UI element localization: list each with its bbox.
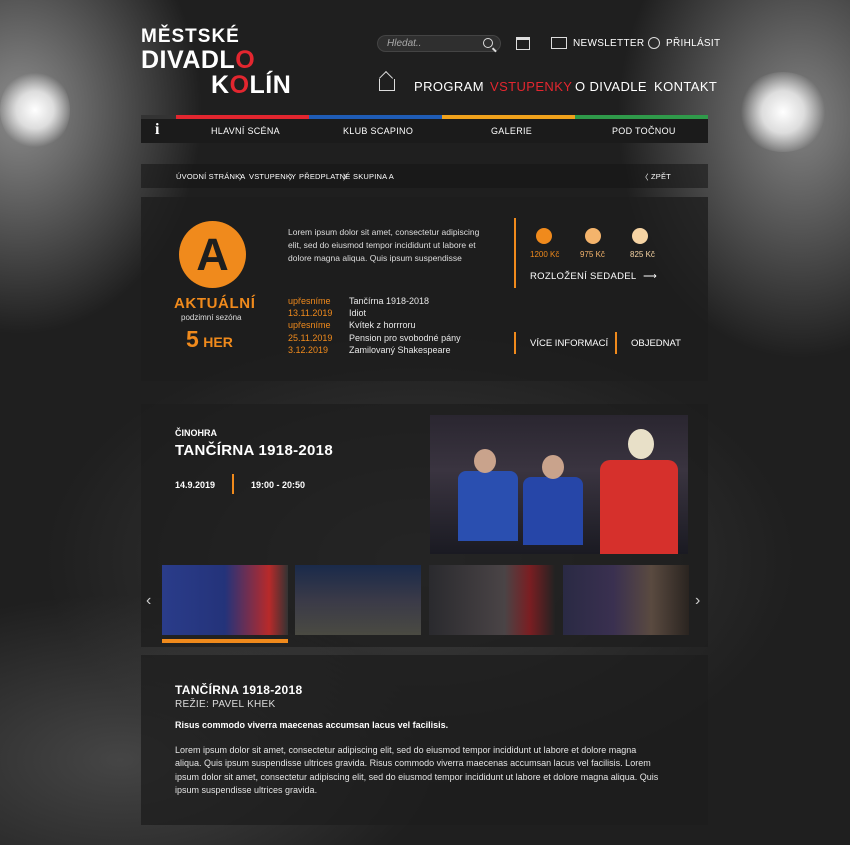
search-icon[interactable] xyxy=(483,38,493,48)
seating-link[interactable]: ROZLOŽENÍ SEDADEL ⟶ xyxy=(530,271,657,282)
show-title: Idiot xyxy=(349,308,367,319)
back-chevron-icon[interactable]: 〈 xyxy=(641,172,649,183)
show-date: upřesníme xyxy=(288,320,331,331)
logo-line3-lin: LÍN xyxy=(249,71,292,99)
group-description: Lorem ipsum dolor sit amet, consectetur … xyxy=(288,227,480,263)
back-link[interactable]: ZPĚT xyxy=(651,172,671,181)
more-info-button[interactable]: VÍCE INFORMACÍ xyxy=(530,338,608,349)
photo-head xyxy=(542,455,564,479)
photo-figure xyxy=(600,460,678,554)
group-season: podzimní sezóna xyxy=(181,313,242,322)
price-dot-3 xyxy=(632,228,648,244)
subnav: HLAVNÍ SCÉNA KLUB SCAPINO GALERIE POD TO… xyxy=(141,119,708,143)
thumbnail-active-indicator xyxy=(162,639,288,643)
logo-red-o2: O xyxy=(229,71,250,99)
home-icon[interactable] xyxy=(379,79,395,91)
show-title: Kvítek z horrroru xyxy=(349,320,416,331)
show-title: Zamilovaný Shakespeare xyxy=(349,344,451,355)
detail-body: Lorem ipsum dolor sit amet, consectetur … xyxy=(175,745,659,795)
thumbnail-2[interactable] xyxy=(295,565,421,635)
show-title: Pension pro svobodné pány xyxy=(349,332,461,343)
detail-panel xyxy=(141,655,708,825)
price-1: 1200 Kč xyxy=(530,250,560,259)
logo[interactable]: MĚSTSKÉ DIVADLO KOLÍN xyxy=(141,27,291,98)
crumb-sep: 〉 xyxy=(289,173,297,182)
subnav-gallery[interactable]: GALERIE xyxy=(491,126,532,136)
nav-about[interactable]: O DIVADLE xyxy=(575,79,647,94)
show-title: Tančírna 1918-2018 xyxy=(349,296,430,306)
price-2: 975 Kč xyxy=(580,250,605,259)
breadcrumb: ÚVODNÍ STRÁNKA 〉 VSTUPENKY 〉 PŘEDPLATNÉ … xyxy=(141,164,708,188)
crumb-group: SKUPINA A xyxy=(353,172,394,181)
thumbnail-4[interactable] xyxy=(563,565,689,635)
show-date: upřesníme xyxy=(288,296,331,306)
photo-figure xyxy=(458,471,518,541)
price-dot-2 xyxy=(585,228,601,244)
photo-head xyxy=(628,429,654,459)
order-button[interactable]: OBJEDNAT xyxy=(631,338,681,349)
feature-photo xyxy=(430,415,688,554)
login-link[interactable]: PŘIHLÁSIT xyxy=(648,37,720,49)
feature-title[interactable]: TANČÍRNA 1918-2018 xyxy=(175,442,333,459)
calendar-button[interactable] xyxy=(516,37,530,50)
logo-red-o: O xyxy=(235,46,256,74)
group-count-wrap: 5 HER xyxy=(186,326,233,353)
nav-contact[interactable]: KONTAKT xyxy=(654,79,717,94)
group-count-label: HER xyxy=(203,334,233,350)
group-count: 5 xyxy=(186,326,199,352)
crumb-sep: 〉 xyxy=(239,173,247,182)
spotlight-left xyxy=(0,70,70,150)
search-input[interactable]: Hledat.. xyxy=(377,35,501,52)
thumbnail-3[interactable] xyxy=(429,565,555,635)
feature-date: 14.9.2019 xyxy=(175,480,216,490)
more-divider xyxy=(514,332,516,354)
price-3: 825 Kč xyxy=(630,250,655,259)
nav-tickets[interactable]: VSTUPENKY xyxy=(490,79,572,94)
info-icon[interactable]: i xyxy=(155,121,159,139)
crumb-sep: 〉 xyxy=(343,173,351,182)
group-badge: A xyxy=(179,221,246,288)
newsletter-label: NEWSLETTER xyxy=(573,37,645,49)
price-divider xyxy=(514,218,516,288)
login-label: PŘIHLÁSIT xyxy=(666,37,721,49)
arrow-right-icon: ⟶ xyxy=(643,271,657,282)
show-date: 3.12.2019 xyxy=(288,344,329,355)
feature-genre: ČINOHRA xyxy=(175,428,217,438)
newsletter-icon xyxy=(551,37,567,49)
subnav-club[interactable]: KLUB SCAPINO xyxy=(343,126,413,136)
price-dot-1 xyxy=(536,228,552,244)
show-date: 25.11.2019 xyxy=(288,332,333,343)
photo-figure xyxy=(523,477,583,545)
logo-line2: DIVADL xyxy=(141,46,236,74)
nav-program[interactable]: PROGRAM xyxy=(414,79,484,94)
photo-head xyxy=(474,449,496,473)
crumb-home[interactable]: ÚVODNÍ STRÁNKA xyxy=(176,172,245,181)
seating-label: ROZLOŽENÍ SEDADEL xyxy=(530,271,637,282)
spotlight-right xyxy=(738,72,828,152)
order-divider xyxy=(615,332,617,354)
subnav-stage[interactable]: POD TOČNOU xyxy=(612,126,676,136)
subnav-main-stage[interactable]: HLAVNÍ SCÉNA xyxy=(211,126,280,136)
user-icon xyxy=(648,37,660,49)
feature-time: 19:00 - 20:50 xyxy=(251,480,306,490)
detail-director: REŽIE: PAVEL KHEK xyxy=(175,699,276,710)
logo-line1: MĚSTSKÉ xyxy=(141,26,240,47)
detail-title: TANČÍRNA 1918-2018 xyxy=(175,683,303,697)
detail-lead: Risus commodo viverra maecenas accumsan … xyxy=(175,720,449,730)
logo-line3-k: K xyxy=(211,71,230,99)
feature-divider xyxy=(232,474,234,494)
next-arrow-icon[interactable]: › xyxy=(695,592,700,610)
prev-arrow-icon[interactable]: ‹ xyxy=(146,592,151,610)
newsletter-link[interactable]: NEWSLETTER xyxy=(551,37,644,49)
search-placeholder: Hledat.. xyxy=(387,38,422,49)
calendar-icon xyxy=(516,37,530,50)
group-status: AKTUÁLNÍ xyxy=(174,295,256,312)
thumbnail-1[interactable] xyxy=(162,565,288,635)
show-date: 13.11.2019 xyxy=(288,308,333,319)
